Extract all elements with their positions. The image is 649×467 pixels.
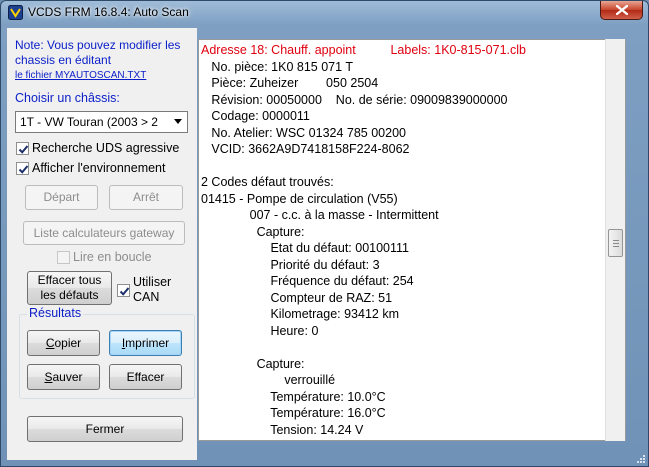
print-label: mprimer [125, 335, 170, 350]
output-line: Capture: [201, 224, 305, 239]
clear-all-faults-label-1: Effacer tous [37, 273, 102, 287]
clear-all-faults-button[interactable]: Effacer tous les défauts [27, 271, 112, 305]
uds-checkbox-label: Recherche UDS agressive [32, 141, 180, 155]
checkmark-icon [18, 164, 29, 174]
chevron-down-icon [174, 119, 182, 124]
title-bar[interactable]: VCDS FRM 16.8.4: Auto Scan [1, 1, 648, 25]
window-close-button[interactable] [600, 1, 643, 20]
gateway-list-button[interactable]: Liste calculateurs gateway [23, 221, 185, 245]
loop-checkbox[interactable]: Lire en boucle [57, 250, 152, 264]
scrollbar-thumb[interactable] [608, 229, 623, 257]
module-address-line: Adresse 18: Chauff. appoint Labels: 1K0-… [201, 43, 526, 57]
chassis-label: Choisir un châssis: [15, 91, 120, 105]
output-line: Température: 16.0°C [201, 406, 386, 420]
output-line: Compteur de RAZ: 51 [201, 290, 393, 305]
checkmark-icon [119, 287, 130, 296]
copy-accelerator: C [45, 335, 55, 350]
output-line: Révision: 00050000 No. de série: 0900983… [201, 92, 508, 107]
chassis-select[interactable]: 1T - VW Touran (2003 > 2 [15, 111, 188, 133]
output-line: Etat du défaut: 00100111 [201, 241, 410, 255]
output-line: Priorité du défaut: 3 [201, 257, 380, 272]
output-line: Température: 10.0°C [201, 389, 386, 404]
uds-checkbox[interactable]: Recherche UDS agressive [16, 141, 179, 155]
resize-grip-icon[interactable] [636, 454, 646, 464]
stop-button[interactable]: Arrêt [109, 185, 183, 210]
output-line: No. pièce: 1K0 815 071 T [201, 59, 353, 74]
save-accelerator: S [44, 369, 53, 384]
output-scrollbar[interactable] [605, 39, 625, 441]
output-line: Heure: 0 [201, 323, 319, 338]
output-line: Capture: [201, 356, 305, 371]
use-can-checkbox[interactable]: Utiliser CAN [117, 275, 171, 305]
erase-button[interactable]: Effacer [109, 364, 182, 390]
chassis-dropdown-button[interactable] [170, 112, 187, 132]
output-line: Kilometrage: 93412 km [201, 307, 399, 321]
clear-all-faults-label-2: les défauts [40, 288, 99, 302]
environment-checkbox[interactable]: Afficher l'environnement [16, 161, 165, 175]
loop-checkbox-label: Lire en boucle [73, 250, 152, 264]
save-button[interactable]: Sauver [27, 364, 100, 390]
use-can-label-2: CAN [133, 290, 160, 304]
environment-checkbox-label: Afficher l'environnement [32, 161, 166, 175]
output-line: No. Atelier: WSC 01324 785 00200 [201, 125, 406, 140]
output-line: 007 - c.c. à la masse - Intermittent [201, 208, 439, 222]
output-line: Pièce: Zuheizer 050 2504 [201, 76, 379, 90]
output-line: 2 Codes défaut trouvés: [201, 175, 334, 189]
autoscan-window: VCDS FRM 16.8.4: Auto Scan Note: Vous po… [0, 0, 649, 467]
output-line: 01415 - Pompe de circulation (V55) [201, 191, 398, 206]
output-line: VCID: 3662A9D7418158F224-8062 [201, 142, 410, 156]
autoscan-file-link[interactable]: le fichier MYAUTOSCAN.TXT [15, 70, 146, 81]
copy-button[interactable]: Copier [27, 330, 100, 356]
use-can-label-1: Utiliser [133, 275, 172, 289]
results-label: Résultats [27, 306, 84, 320]
copy-label: opier [54, 335, 82, 350]
window-title: VCDS FRM 16.8.4: Auto Scan [28, 5, 189, 19]
left-panel: Note: Vous pouvez modifier les chassis e… [7, 28, 197, 460]
close-button[interactable]: Fermer [27, 416, 183, 442]
close-icon [616, 5, 628, 15]
scan-output-text[interactable]: Adresse 18: Chauff. appoint Labels: 1K0-… [198, 39, 626, 441]
chassis-select-value: 1T - VW Touran (2003 > 2 [20, 115, 158, 129]
output-line: verrouillé [201, 373, 336, 387]
vcds-app-icon [8, 5, 23, 20]
output-line: Tension: 14.24 V [201, 422, 364, 437]
checkmark-icon [18, 144, 29, 154]
save-label: auver [52, 369, 83, 384]
print-button[interactable]: Imprimer [109, 330, 182, 356]
start-button[interactable]: Départ [25, 185, 98, 210]
output-line: Fréquence du défaut: 254 [201, 274, 414, 288]
output-line: Codage: 0000011 [201, 109, 310, 123]
note-text: Note: Vous pouvez modifier les chassis e… [15, 38, 181, 67]
